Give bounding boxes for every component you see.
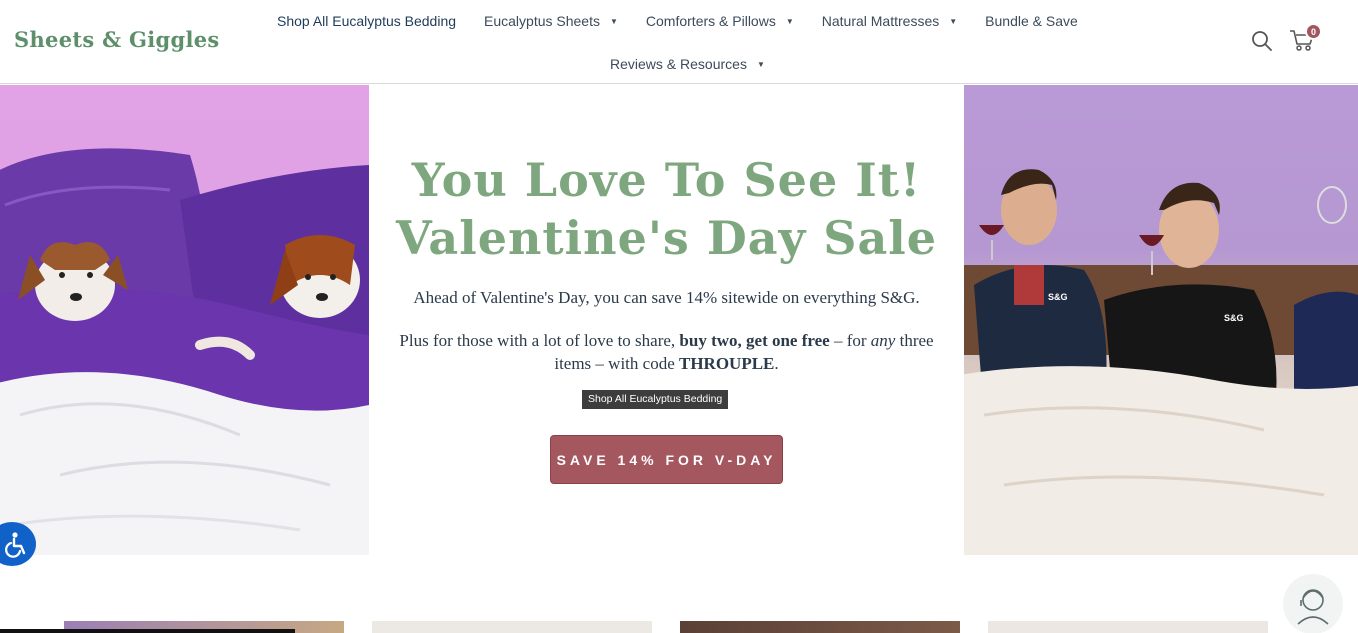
nav-item-eucalyptus-sheets[interactable]: Eucalyptus Sheets ▼	[484, 13, 618, 29]
hero-headline: You Love To See It! Valentine's Day Sale	[369, 151, 964, 267]
carousel-indicator	[0, 629, 295, 633]
caret-down-icon: ▼	[756, 59, 765, 69]
nav-item-comforters-pillows[interactable]: Comforters & Pillows ▼	[646, 13, 794, 29]
nav-item-label: Eucalyptus Sheets	[484, 13, 600, 29]
hero-image-dogs	[0, 85, 369, 555]
nav-item-label: Bundle & Save	[985, 13, 1078, 29]
headline-line-2: Valentine's Day Sale	[395, 211, 938, 265]
nav-item-label: Comforters & Pillows	[645, 13, 776, 29]
dogs-in-bed-illustration	[0, 148, 369, 555]
caret-down-icon: ▼	[949, 16, 958, 26]
nav-item-reviews-resources[interactable]: Reviews & Resources ▼	[610, 56, 765, 72]
cart-count-badge[interactable]: 0	[1305, 23, 1322, 40]
nav-item-bundle-save[interactable]: Bundle & Save	[985, 13, 1078, 29]
search-icon[interactable]	[1251, 30, 1273, 52]
offer-text: .	[774, 354, 779, 373]
product-thumbnail[interactable]	[680, 621, 960, 633]
nav-item-natural-mattresses[interactable]: Natural Mattresses ▼	[822, 13, 957, 29]
offer-italic-text: any	[870, 331, 896, 350]
promo-description: Ahead of Valentine's Day, you can save 1…	[413, 288, 920, 307]
nav-item-shop-all[interactable]: Shop All Eucalyptus Bedding	[277, 13, 456, 29]
caret-down-icon: ▼	[609, 16, 618, 26]
nav-item-label: Reviews & Resources	[610, 56, 747, 72]
offer-bold-text: buy two, get one free	[679, 331, 830, 350]
people-in-bed-illustration: S&G S&G	[964, 169, 1358, 555]
assistant-avatar-icon	[1297, 589, 1329, 625]
nav-item-label: Shop All Eucalyptus Bedding	[277, 13, 457, 29]
offer-text: – for	[829, 331, 871, 350]
robe-logo-text: S&G	[1048, 292, 1068, 302]
hero-image-people: S&G S&G	[964, 85, 1358, 555]
promo-bundle-offer: Plus for those with a lot of love to sha…	[399, 329, 934, 375]
product-thumbnail[interactable]	[372, 621, 652, 633]
promo-code: THROUPLE	[679, 354, 775, 373]
save-for-vday-button[interactable]: SAVE 14% FOR V-DAY	[550, 435, 783, 484]
site-logo[interactable]: Sheets & Giggles	[14, 27, 220, 52]
main-nav-row-1: Shop All Eucalyptus Bedding Eucalyptus S…	[277, 11, 1106, 31]
tshirt-logo-text: S&G	[1224, 313, 1244, 323]
headline-line-1: You Love To See It!	[411, 153, 922, 207]
nav-item-label: Natural Mattresses	[821, 13, 940, 29]
chat-assistant-button[interactable]	[1283, 574, 1343, 633]
accessibility-icon	[5, 532, 26, 558]
hero-promo-panel: You Love To See It! Valentine's Day Sale…	[369, 85, 964, 555]
link-tooltip: Shop All Eucalyptus Bedding	[582, 390, 729, 409]
offer-text: Plus for those with a lot of love to sha…	[399, 331, 680, 350]
caret-down-icon: ▼	[785, 16, 794, 26]
product-thumbnail[interactable]	[988, 621, 1268, 633]
main-nav-row-2: Reviews & Resources ▼	[610, 54, 793, 74]
site-header: Sheets & Giggles Shop All Eucalyptus Bed…	[0, 0, 1358, 84]
